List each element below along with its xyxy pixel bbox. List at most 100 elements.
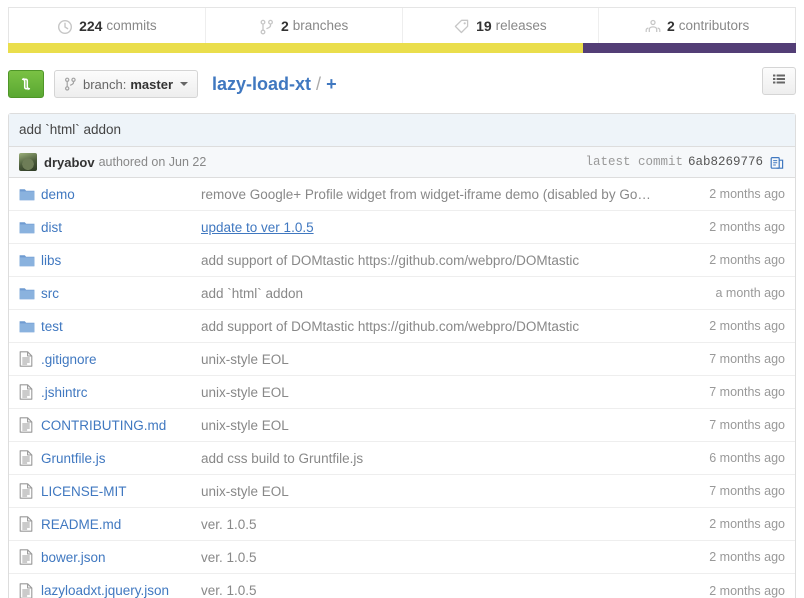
table-row: README.md ver. 1.0.5 2 months ago [9, 508, 795, 541]
commit-message-cell: unix-style EOL [201, 483, 289, 499]
file-name-cell: README.md [41, 517, 201, 532]
commit-age-cell: 2 months ago [709, 517, 785, 531]
directory-link[interactable]: dist [41, 220, 62, 235]
file-icon [19, 417, 41, 433]
table-row: CONTRIBUTING.md unix-style EOL 7 months ag… [9, 409, 795, 442]
file-icon [19, 483, 41, 499]
file-link[interactable]: bower.json [41, 550, 106, 565]
commit-age-cell: 7 months ago [709, 385, 785, 399]
file-icon [19, 450, 41, 466]
branch-selector[interactable]: branch: master [54, 70, 199, 98]
breadcrumb-separator: / [316, 73, 322, 94]
commit-message-cell: unix-style EOL [201, 384, 289, 400]
language-bar [8, 43, 796, 53]
file-link[interactable]: Gruntfile.js [41, 451, 106, 466]
file-name-cell: test [41, 319, 201, 334]
commit-age-cell: 7 months ago [709, 418, 785, 432]
clipboard-icon[interactable] [769, 155, 785, 171]
commit-message-cell: add `html` addon [201, 285, 304, 301]
file-navigation-toolbar: branch: master lazy-load-xt / + [8, 67, 796, 101]
commit-age-cell: 2 months ago [709, 583, 785, 598]
latest-commit-label: latest commit [585, 155, 683, 169]
file-name-cell: .jshintrc [41, 385, 201, 400]
table-row: LICENSE-MIT unix-style EOL 7 months ago [9, 475, 795, 508]
commit-age-cell: 7 months ago [709, 352, 785, 366]
language-segment-javascript[interactable] [8, 43, 584, 53]
commit-message-cell: ver. 1.0.5 [201, 583, 257, 598]
compare-branches-button[interactable] [8, 70, 44, 98]
commit-age-cell: 2 months ago [709, 550, 785, 564]
commit-age-cell: 2 months ago [709, 253, 785, 267]
file-name-cell: dist [41, 220, 201, 235]
file-link[interactable]: .gitignore [41, 352, 97, 367]
file-name-cell: CONTRIBUTING.md [41, 418, 201, 433]
file-name-cell: .gitignore [41, 352, 201, 367]
git-branch-icon [259, 19, 275, 35]
stat-contributors-label: contributors [678, 18, 750, 33]
commit-message-cell: add css build to Gruntfile.js [201, 450, 364, 466]
commit-message-cell: add support of DOMtastic https://github.… [201, 252, 580, 268]
commit-authored-date: authored on Jun 22 [98, 155, 207, 169]
commit-author-link[interactable]: dryabov [44, 155, 95, 170]
commit-age-cell: 2 months ago [709, 220, 785, 234]
file-icon [19, 582, 41, 598]
file-name-cell: LICENSE-MIT [41, 484, 201, 499]
file-name-cell: src [41, 286, 201, 301]
table-row: bower.json ver. 1.0.5 2 months ago [9, 541, 795, 574]
stat-releases-count: 19 [476, 17, 492, 34]
commit-age-cell: 2 months ago [709, 187, 785, 201]
table-row: Gruntfile.js add css build to Gruntfile.j… [9, 442, 795, 475]
stat-branches-count: 2 [280, 17, 289, 34]
table-row: .gitignore unix-style EOL 7 months ago [9, 343, 795, 376]
file-icon [19, 516, 41, 532]
breadcrumb: lazy-load-xt / + [212, 74, 337, 95]
branch-label: branch: [83, 76, 127, 92]
latest-commit-sha[interactable]: 6ab8269776 [688, 155, 763, 169]
commit-message-cell: ver. 1.0.5 [201, 516, 257, 532]
commit-message-cell: remove Google+ Profile widget from widge… [201, 186, 651, 202]
add-file-button[interactable]: + [326, 74, 337, 95]
file-link[interactable]: README.md [41, 517, 121, 532]
commit-age-cell: 2 months ago [709, 319, 785, 333]
language-segment-css[interactable] [583, 43, 796, 53]
stat-contributors-count: 2 [666, 17, 675, 34]
stat-contributors[interactable]: 2 contributors [599, 8, 795, 43]
file-link[interactable]: CONTRIBUTING.md [41, 418, 166, 433]
table-row: demo remove Google+ Profile widget from w… [9, 178, 795, 211]
breadcrumb-repo-link[interactable]: lazy-load-xt [212, 74, 311, 95]
stat-commits[interactable]: 224 commits [9, 8, 206, 43]
commit-message[interactable]: add `html` addon [9, 114, 795, 147]
commit-meta-row: dryabov authored on Jun 22 latest commit… [9, 147, 795, 178]
history-icon [57, 19, 73, 35]
table-row: .jshintrc unix-style EOL 7 months ago [9, 376, 795, 409]
stat-commits-label: commits [106, 18, 157, 33]
file-name-cell: demo [41, 187, 201, 202]
file-link[interactable]: .jshintrc [41, 385, 88, 400]
file-name-cell: bower.json [41, 550, 201, 565]
commit-message-link[interactable]: update to ver 1.0.5 [201, 220, 314, 235]
stat-branches[interactable]: 2 branches [206, 8, 403, 43]
stat-branches-label: branches [292, 18, 349, 33]
latest-commit-box: add `html` addon dryabov authored on Jun… [8, 113, 796, 178]
stat-releases[interactable]: 19 releases [403, 8, 600, 43]
directory-link[interactable]: demo [41, 187, 75, 202]
directory-link[interactable]: src [41, 286, 59, 301]
file-link[interactable]: lazyloadxt.jquery.json [41, 583, 169, 598]
file-icon [19, 351, 41, 367]
file-link[interactable]: LICENSE-MIT [41, 484, 127, 499]
file-name-cell: lazyloadxt.jquery.json [41, 583, 201, 598]
folder-icon [19, 286, 41, 301]
stat-releases-label: releases [495, 18, 547, 33]
find-file-button[interactable] [762, 67, 796, 95]
repository-stats-bar: 224 commits 2 branches 19 releases 2 con… [8, 7, 796, 43]
folder-icon [19, 187, 41, 202]
table-row: test add support of DOMtastic https://git… [9, 310, 795, 343]
avatar[interactable] [19, 153, 37, 171]
commit-message-cell: ver. 1.0.5 [201, 549, 257, 565]
organization-icon [645, 19, 661, 35]
file-name-cell: libs [41, 253, 201, 268]
repository-page: 224 commits 2 branches 19 releases 2 con… [0, 7, 804, 598]
directory-link[interactable]: test [41, 319, 63, 334]
chevron-down-icon [180, 82, 189, 86]
directory-link[interactable]: libs [41, 253, 61, 268]
